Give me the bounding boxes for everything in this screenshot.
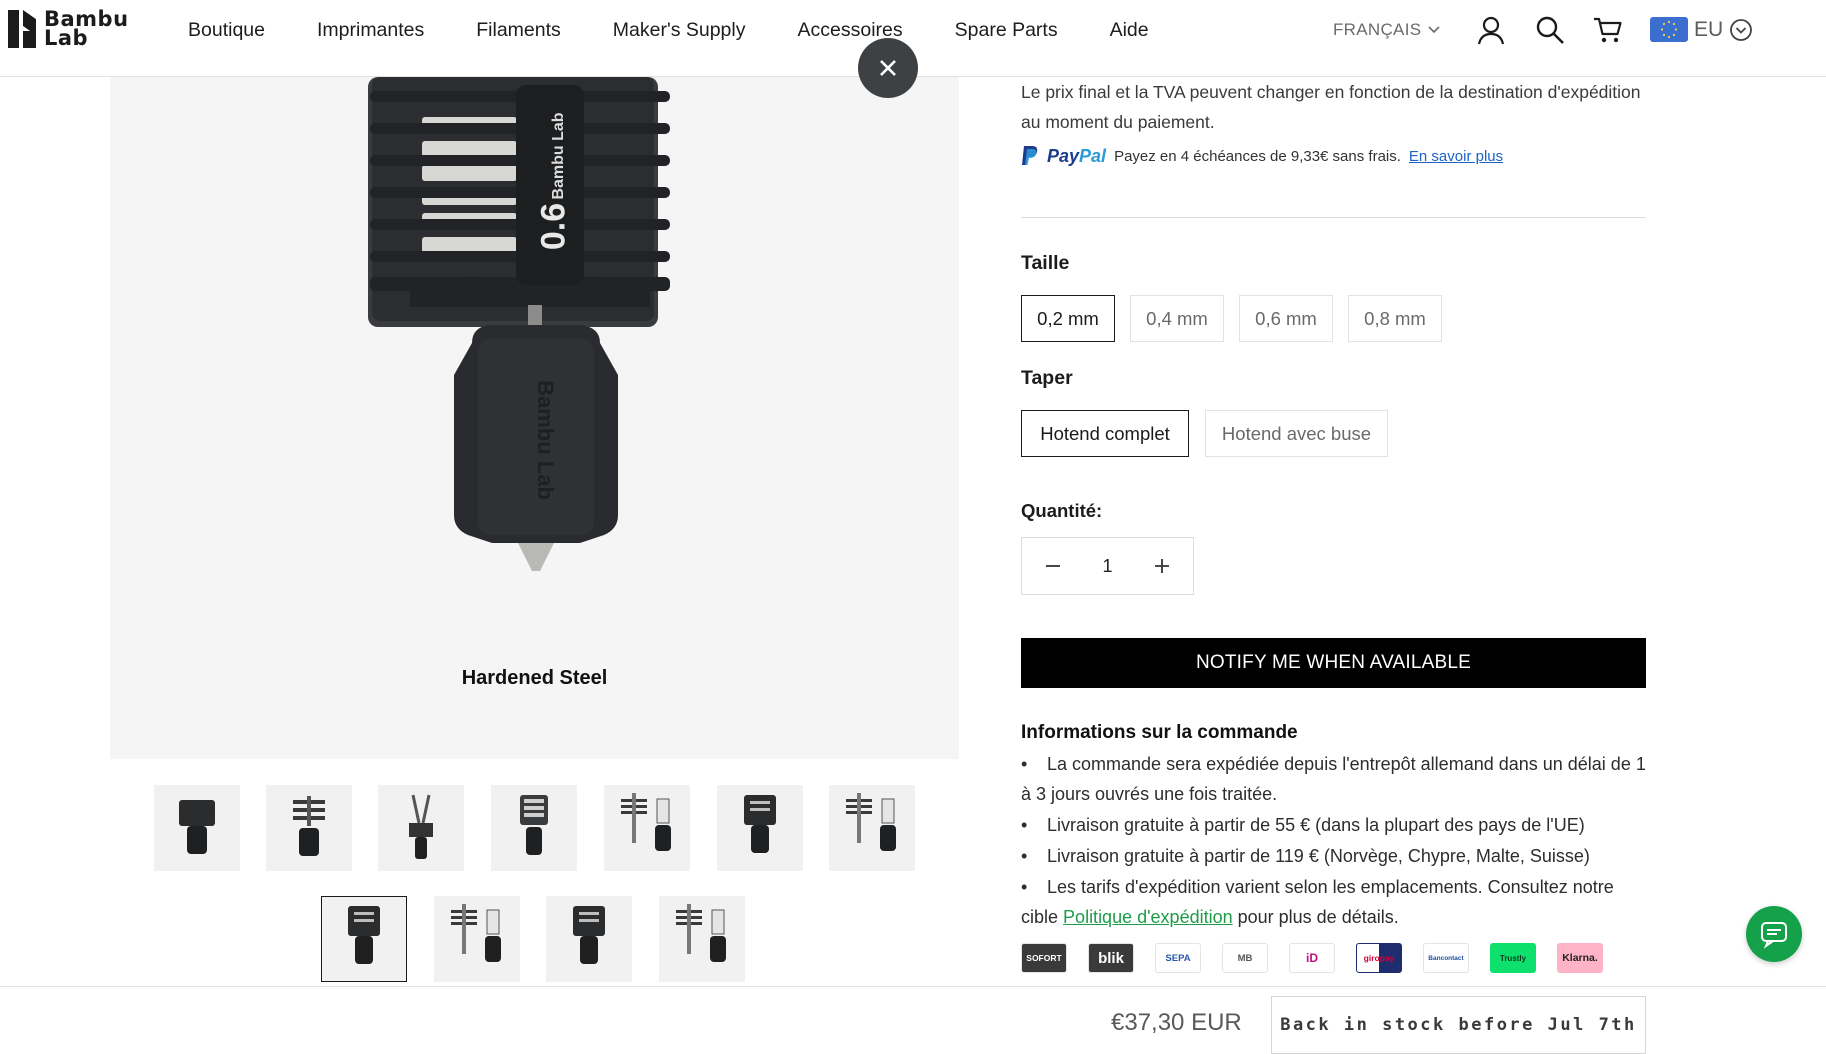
search-icon[interactable] (1534, 14, 1566, 46)
trustly-icon: Trustly (1490, 943, 1536, 973)
thumbnail-4[interactable] (491, 785, 577, 871)
payment-methods: SOFORT blik SEPA MB iD giropay Bancontac… (1021, 943, 1603, 973)
chat-icon (1761, 922, 1787, 949)
back-in-stock-button[interactable]: Back in stock before Jul 7th (1271, 996, 1646, 1054)
nav-item-imprimantes[interactable]: Imprimantes (317, 19, 424, 42)
thumbnail-11[interactable] (659, 896, 745, 982)
chevron-down-icon (1428, 26, 1440, 34)
thumbnail-image (293, 796, 325, 856)
cart-icon[interactable] (1592, 14, 1624, 46)
paypal-installments: PayPal Payez en 4 échéances de 9,33€ san… (1021, 145, 1503, 167)
sleeve-brand-engraving: Bambu Lab (533, 380, 558, 500)
account-icon[interactable] (1475, 14, 1507, 46)
shipping-policy-link[interactable]: Politique d'expédition (1063, 907, 1233, 927)
bambu-logo-mark-icon (8, 10, 36, 48)
paypal-logo-text: PayPal (1047, 145, 1107, 166)
list-item: • Livraison gratuite à partir de 119 € (N… (1021, 845, 1590, 866)
nav-item-makers-supply[interactable]: Maker's Supply (613, 19, 746, 42)
divider (1021, 217, 1646, 218)
thumbnail-8[interactable] (321, 896, 407, 982)
list-item: • Les tarifs d'expédition varient selon l… (1021, 876, 1614, 928)
size-option-0-4mm[interactable]: 0,4 mm (1130, 295, 1224, 342)
order-information: Informations sur la commande • La command… (1021, 718, 1646, 933)
language-label: FRANÇAIS (1333, 20, 1422, 39)
main-nav: Boutique Imprimantes Filaments Maker's S… (188, 0, 1201, 60)
quantity-stepper: 1 (1021, 537, 1194, 595)
thumbnail-image (621, 793, 671, 851)
plus-icon (1155, 559, 1169, 573)
paypal-text: Payez en 4 échéances de 9,33€ sans frais… (1114, 147, 1401, 165)
thumbnail-image (846, 793, 896, 851)
ideal-icon: iD (1289, 943, 1335, 973)
logo-text-line2: Lab (44, 26, 89, 50)
size-label: Taille (1021, 252, 1070, 274)
price-vat-note: Le prix final et la TVA peuvent changer … (1021, 82, 1641, 132)
bambu-lab-logo[interactable]: Bambu Lab (8, 9, 129, 50)
paypal-icon (1022, 146, 1038, 165)
order-info-list: • La commande sera expédiée depuis l'entr… (1021, 749, 1646, 933)
blik-icon: blik (1088, 943, 1134, 973)
sticky-price: €37,30 EUR (1111, 1009, 1242, 1036)
chevron-circle-down-icon (1730, 18, 1753, 41)
minus-icon (1046, 565, 1060, 567)
nav-item-boutique[interactable]: Boutique (188, 19, 265, 42)
thumbnail-10[interactable] (546, 896, 632, 982)
thumbnail-image (573, 906, 605, 964)
thumbnail-3[interactable] (378, 785, 464, 871)
sepa-icon: SEPA (1155, 943, 1201, 973)
thumbnail-5[interactable] (604, 785, 690, 871)
thumbnail-image (179, 800, 215, 854)
product-image[interactable]: 0.6 Bambu Lab Bambu Lab Hardened Steel (110, 77, 959, 759)
thumbnail-9[interactable] (434, 896, 520, 982)
bancontact-icon: Bancontact (1423, 943, 1469, 973)
type-option-hotend-complet[interactable]: Hotend complet (1021, 410, 1189, 457)
thumbnail-image (520, 795, 548, 855)
quantity-decrease-button[interactable] (1022, 538, 1084, 594)
region-label: EU (1694, 17, 1724, 41)
quantity-input[interactable]: 1 (1084, 556, 1131, 577)
size-option-0-2mm[interactable]: 0,2 mm (1021, 295, 1115, 342)
thumbnail-image (744, 795, 776, 853)
multibanco-icon: MB (1222, 943, 1268, 973)
chat-button[interactable] (1746, 906, 1802, 962)
sticky-purchase-bar: €37,30 EUR Back in stock before Jul 7th (0, 986, 1826, 1054)
thumbnail-6[interactable] (717, 785, 803, 871)
paypal-learn-more-link[interactable]: En savoir plus (1409, 148, 1503, 165)
hotend-illustration (368, 77, 670, 571)
thumbnail-image (676, 904, 726, 962)
thumbnail-7[interactable] (829, 785, 915, 871)
klarna-icon: Klarna. (1557, 943, 1603, 973)
thumbnail-2[interactable] (266, 785, 352, 871)
close-button[interactable] (858, 38, 918, 98)
size-option-0-8mm[interactable]: 0,8 mm (1348, 295, 1442, 342)
thumbnail-image (348, 906, 380, 964)
thumbnail-image (409, 794, 433, 859)
eu-flag-icon (1650, 17, 1688, 42)
order-info-title: Informations sur la commande (1021, 722, 1298, 743)
nav-item-aide[interactable]: Aide (1110, 19, 1149, 42)
type-option-hotend-avec-buse[interactable]: Hotend avec buse (1205, 410, 1388, 457)
nav-item-filaments[interactable]: Filaments (476, 19, 561, 42)
thumbnail-image (451, 904, 501, 962)
notify-me-button[interactable]: NOTIFY ME WHEN AVAILABLE (1021, 638, 1646, 688)
sofort-icon: SOFORT (1021, 943, 1067, 973)
type-label: Taper (1021, 367, 1073, 389)
close-icon (880, 60, 896, 76)
thumbnail-1[interactable] (154, 785, 240, 871)
quantity-label: Quantité: (1021, 500, 1103, 521)
region-selector[interactable]: EU (1650, 17, 1753, 42)
size-option-0-6mm[interactable]: 0,6 mm (1239, 295, 1333, 342)
quantity-increase-button[interactable] (1131, 538, 1193, 594)
nav-item-spare-parts[interactable]: Spare Parts (955, 19, 1058, 42)
language-selector[interactable]: FRANÇAIS (1333, 20, 1440, 40)
list-item: • La commande sera expédiée depuis l'entr… (1021, 753, 1646, 805)
image-caption: Hardened Steel (461, 667, 608, 689)
giropay-icon: giropay (1356, 943, 1402, 973)
cage-brand-engraving: Bambu Lab (550, 112, 567, 200)
list-item: • Livraison gratuite à partir de 55 € (da… (1021, 815, 1585, 836)
